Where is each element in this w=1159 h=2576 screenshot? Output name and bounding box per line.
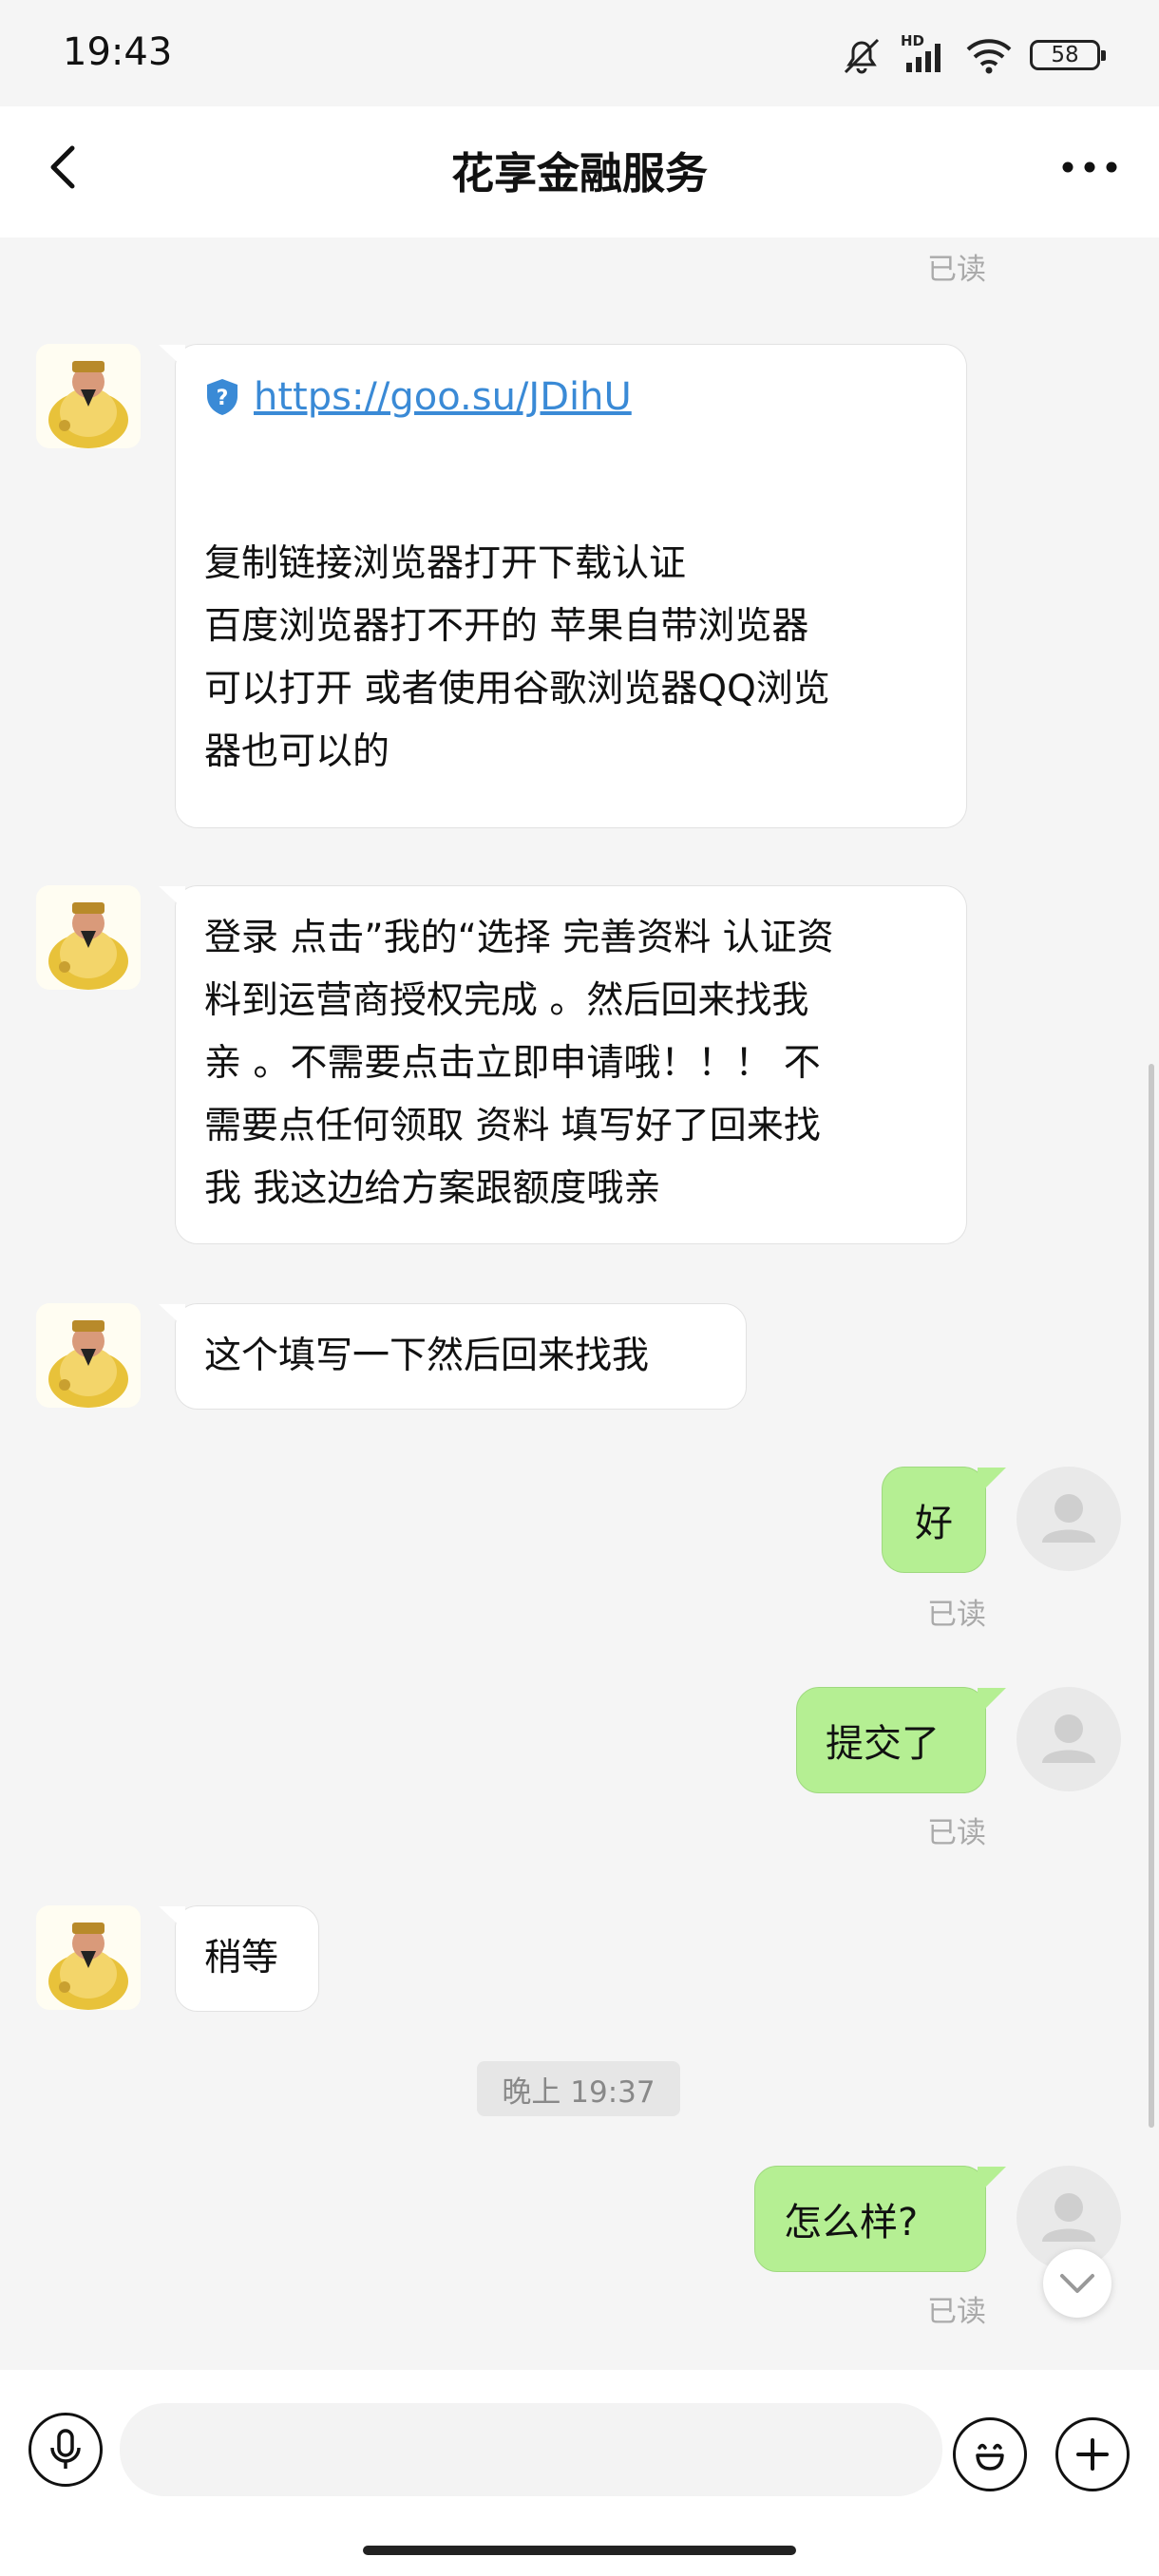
message-text: 好 [915, 1502, 953, 1545]
mute-bell-icon [844, 38, 880, 74]
message-bubble: 稍等 [159, 1905, 319, 2012]
message-text: 稍等 [204, 1937, 279, 1979]
message-line: 亲 。不需要点击立即申请哦！！！ 不 [204, 1042, 821, 1085]
message-text: 怎么样? [784, 2201, 919, 2245]
message-bubble: 这个填写一下然后回来找我 [159, 1303, 747, 1410]
message-input[interactable] [120, 2403, 942, 2496]
more-dots-icon[interactable] [1056, 150, 1123, 184]
scrollbar[interactable] [1149, 1064, 1154, 2128]
message-bubble: 登录 点击”我的“选择 完善资料 认证资 料到运营商授权完成 。然后回来找我 亲… [159, 885, 967, 1244]
emoji-icon [976, 2443, 1004, 2471]
plus-icon [1076, 2438, 1109, 2471]
add-attachment-button[interactable] [1055, 2417, 1130, 2491]
emoji-button[interactable] [953, 2417, 1027, 2491]
read-receipt: 已读 [927, 1816, 986, 1850]
message-bubble-outgoing: 好 [882, 1467, 1006, 1573]
read-receipt: 已读 [927, 2295, 986, 2329]
link-row: ? https://goo.su/JDihU [204, 366, 938, 428]
contact-avatar[interactable] [36, 885, 141, 990]
status-time: 19:43 [63, 30, 173, 74]
status-icons: HD 58 [840, 32, 1106, 78]
message-text: 提交了 [826, 1722, 940, 1766]
battery-indicator: 58 [1030, 40, 1106, 70]
message-text: 这个填写一下然后回来找我 [204, 1335, 650, 1377]
message-link[interactable]: https://goo.su/JDihU [254, 366, 632, 428]
signal-icon: HD [901, 32, 948, 76]
message-line: 百度浏览器打不开的 苹果自带浏览器 [204, 605, 809, 648]
voice-button[interactable] [28, 2413, 103, 2487]
shield-question-icon: ? [207, 379, 238, 415]
contact-avatar[interactable] [36, 1905, 141, 2010]
read-receipt: 已读 [927, 253, 986, 287]
wifi-icon [966, 39, 1012, 74]
message-line: 器也可以的 [204, 730, 390, 773]
message-bubble-outgoing: 提交了 [796, 1687, 1006, 1793]
message-line: 复制链接浏览器打开下载认证 [204, 542, 687, 585]
message-line: 登录 点击”我的“选择 完善资料 认证资 [204, 917, 834, 959]
user-avatar[interactable] [1016, 1467, 1121, 1571]
scroll-to-bottom-button[interactable] [1043, 2249, 1112, 2318]
chevron-down-icon [1060, 2274, 1094, 2293]
contact-avatar[interactable] [36, 1303, 141, 1408]
message-line: 需要点任何领取 资料 填写好了回来找 [204, 1105, 821, 1147]
message-bubble-outgoing: 怎么样? [754, 2166, 1006, 2272]
message-bubble: ? https://goo.su/JDihU 复制链接浏览器打开下载认证 百度浏… [159, 344, 967, 828]
chat-title: 花享金融服务 [450, 148, 708, 199]
message-line: 料到运营商授权完成 。然后回来找我 [204, 979, 809, 1022]
time-divider: 晚上 19:37 [477, 2061, 680, 2116]
svg-text:?: ? [217, 387, 229, 410]
message-line: 我 我这边给方案跟额度哦亲 [204, 1167, 661, 1210]
user-avatar[interactable] [1016, 1687, 1121, 1791]
message-line: 可以打开 或者使用谷歌浏览器QQ浏览 [204, 668, 830, 710]
read-receipt: 已读 [927, 1598, 986, 1632]
contact-avatar[interactable] [36, 344, 141, 448]
home-indicator[interactable] [363, 2546, 796, 2555]
microphone-icon [50, 2429, 81, 2469]
